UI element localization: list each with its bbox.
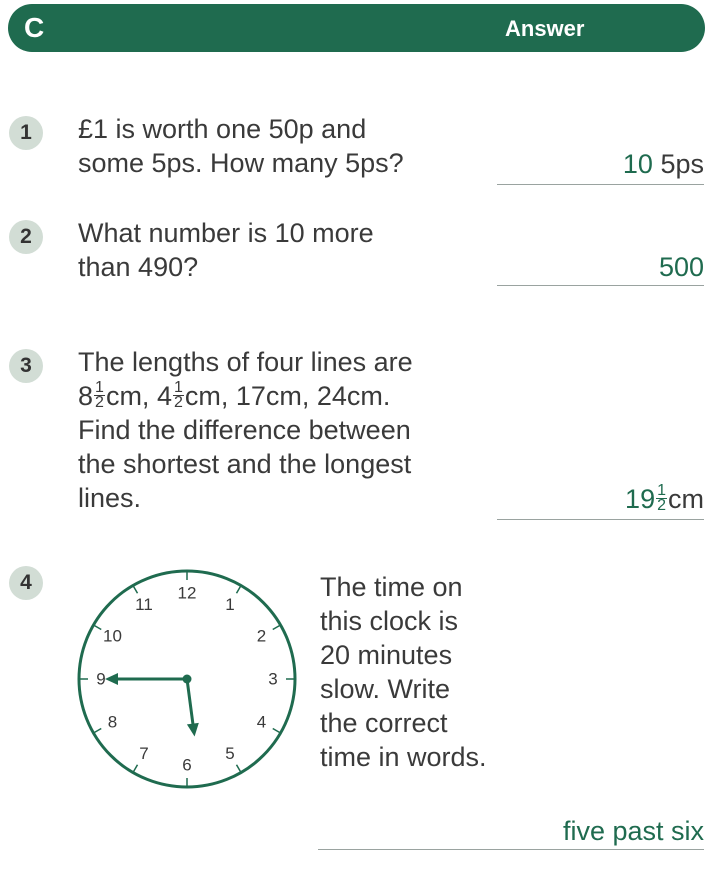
clock-number: 1 [225,595,234,614]
answer-line[interactable] [497,184,704,185]
hour-hand-shaft [185,677,195,726]
question-2-answer: 500 [659,251,704,283]
clock-number: 9 [96,670,105,689]
question-4-answer: five past six [340,815,704,847]
clock-center-pin [182,674,192,684]
question-1-text: £1 is worth one 50p and some 5ps. How ma… [78,112,404,180]
clock-tick [132,764,139,773]
question-number-badge: 3 [9,349,43,383]
question-text-line: than 490? [78,252,199,282]
clock-tick [132,585,139,594]
fraction-denominator: 2 [95,394,104,412]
question-number-badge: 1 [9,116,43,150]
clock-tick [272,624,281,631]
answer-value: 500 [658,252,704,282]
answer-line[interactable] [497,519,704,520]
answer-unit: cm [668,484,704,514]
answer-line[interactable] [497,285,704,286]
fraction: 12 [94,380,105,412]
mixed-number-whole: 8 [78,381,94,411]
clock-number: 4 [257,713,266,732]
question-text-line: this clock is [320,606,459,636]
hour-hand-arrowhead [186,722,199,737]
question-text-line: the correct [320,708,448,738]
question-text-line: The time on [320,572,463,602]
clock-number: 7 [139,744,148,763]
section-header-bar: C Answer [8,4,705,52]
question-text-line: What number is 10 more [78,218,374,248]
fraction-denominator: 2 [657,497,666,515]
question-1-answer: 10 5ps [623,148,704,180]
question-text-line: Find the difference between [78,415,411,445]
clock-number: 6 [182,756,191,775]
clock-tick [235,764,242,773]
answer-unit: 5ps [660,149,704,179]
question-text-line-with-fractions: 8 1 2 cm, 4 1 2 cm, 17cm, 24cm. [78,379,413,413]
question-text-line: slow. Write [320,674,451,704]
question-text-line: time in words. [320,742,487,772]
question-2-text: What number is 10 more than 490? [78,216,374,284]
answer-line[interactable] [318,849,704,850]
clock-number: 11 [135,595,153,614]
question-text-line: £1 is worth one 50p and [78,114,367,144]
section-letter: C [24,12,45,43]
clock-face-drawing: 121234567891011 [77,569,297,789]
clock-number: 12 [178,584,197,603]
question-text-line: 20 minutes [320,640,453,670]
mixed-number-whole: 4 [156,381,172,411]
clock-tick [235,585,242,594]
question-text-line: some 5ps. How many 5ps? [78,148,404,178]
question-3-text: The lengths of four lines are 8 1 2 cm, 412… [78,345,413,515]
answer-value: 10 [622,149,653,179]
question-number-badge: 2 [9,220,43,254]
worksheet-page: C Answer 1 £1 is worth one 50p and some … [0,0,718,882]
fraction: 12 [172,380,184,412]
clock-number: 2 [257,627,266,646]
clock-number: 10 [103,627,122,646]
clock-tick [93,624,102,631]
fraction-denominator: 2 [173,394,183,412]
answer-fraction: 12 [656,483,667,515]
question-text-line: The lengths of four lines are [78,347,413,377]
answer-column-heading: Answer [505,16,585,41]
analogue-clock: 12 1 2 3 4 5 6 7 8 9 10 11 [76,568,298,790]
clock-number: 5 [225,744,234,763]
question-3-answer: 19 1 2 cm [625,483,704,515]
clock-number: 3 [268,670,277,689]
question-text-line: the shortest and the longest [78,449,412,479]
minute-hand-arrowhead [105,673,118,685]
answer-value: 19 [625,484,656,514]
clock-tick [93,727,102,734]
clock-number: 8 [108,713,117,732]
unit-text: cm, 17cm, 24cm. [184,381,391,411]
question-text-line: lines. [78,483,142,513]
answer-value: five past six [562,816,704,846]
question-4-text: The time on this clock is 20 minutes slo… [320,570,487,774]
clock-tick [272,727,281,734]
question-number-badge: 4 [9,566,43,600]
unit-text: cm, [105,381,157,411]
